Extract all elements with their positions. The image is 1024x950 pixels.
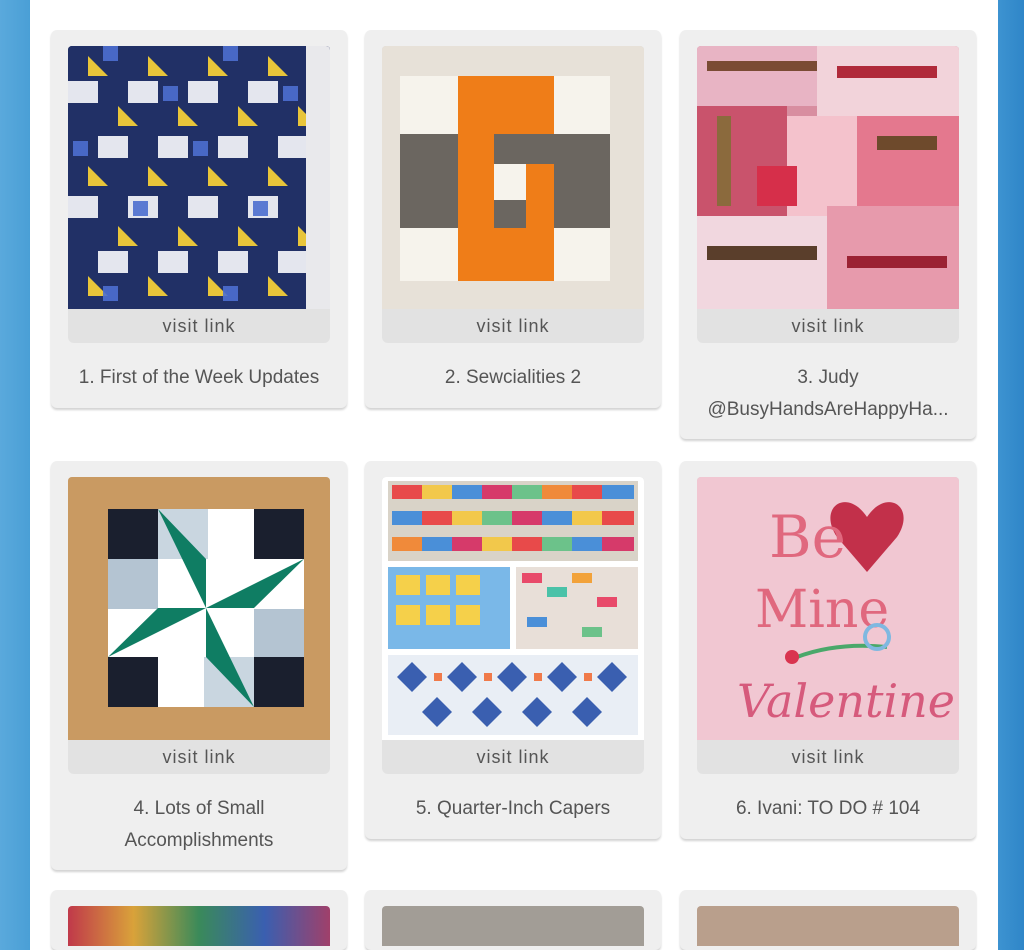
visit-link-button[interactable]: visit link: [68, 740, 330, 774]
thumbnail-cross-stitch[interactable]: Be Mine Valentine: [697, 477, 959, 740]
link-card-7[interactable]: [51, 890, 347, 950]
svg-text:Mine: Mine: [755, 580, 889, 640]
link-card-1[interactable]: visit link 1. First of the Week Updates: [51, 30, 347, 408]
thumbnail-quilt-collage[interactable]: [382, 477, 644, 740]
link-card-9[interactable]: [680, 890, 976, 950]
visit-link-button[interactable]: visit link: [697, 309, 959, 343]
link-title[interactable]: 4. Lots of Small Accomplishments: [57, 793, 341, 857]
thumbnail-pinwheel-block[interactable]: [68, 477, 330, 740]
link-title[interactable]: 6. Ivani: TO DO # 104: [686, 793, 970, 825]
thumbnail-partial[interactable]: [382, 906, 644, 946]
link-title[interactable]: 5. Quarter-Inch Capers: [371, 793, 655, 825]
svg-text:Valentine: Valentine: [737, 674, 955, 728]
visit-link-button[interactable]: visit link: [382, 309, 644, 343]
link-title[interactable]: 3. Judy @BusyHandsAreHappyHa...: [686, 362, 970, 426]
link-card-2[interactable]: visit link 2. Sewcialities 2: [365, 30, 661, 408]
link-card-5[interactable]: visit link 5. Quarter-Inch Capers: [365, 461, 661, 839]
thumbnail-scrap-blocks[interactable]: [697, 46, 959, 309]
link-card-8[interactable]: [365, 890, 661, 950]
link-title[interactable]: 1. First of the Week Updates: [57, 362, 341, 394]
visit-link-button[interactable]: visit link: [382, 740, 644, 774]
thumbnail-partial[interactable]: [697, 906, 959, 946]
visit-link-button[interactable]: visit link: [68, 309, 330, 343]
visit-link-button[interactable]: visit link: [697, 740, 959, 774]
gallery-page: visit link 1. First of the Week Updates: [30, 0, 998, 950]
link-card-3[interactable]: visit link 3. Judy @BusyHandsAreHappyHa.…: [680, 30, 976, 439]
link-card-6[interactable]: Be Mine Valentine visit link 6. Ivani: T…: [680, 461, 976, 839]
thumbnail-partial[interactable]: [68, 906, 330, 946]
thumbnail-spiral-block[interactable]: [382, 46, 644, 309]
link-title[interactable]: 2. Sewcialities 2: [371, 362, 655, 394]
svg-text:Be: Be: [769, 503, 846, 571]
link-card-4[interactable]: visit link 4. Lots of Small Accomplishme…: [51, 461, 347, 870]
thumbnail-quilt-star[interactable]: [68, 46, 330, 309]
